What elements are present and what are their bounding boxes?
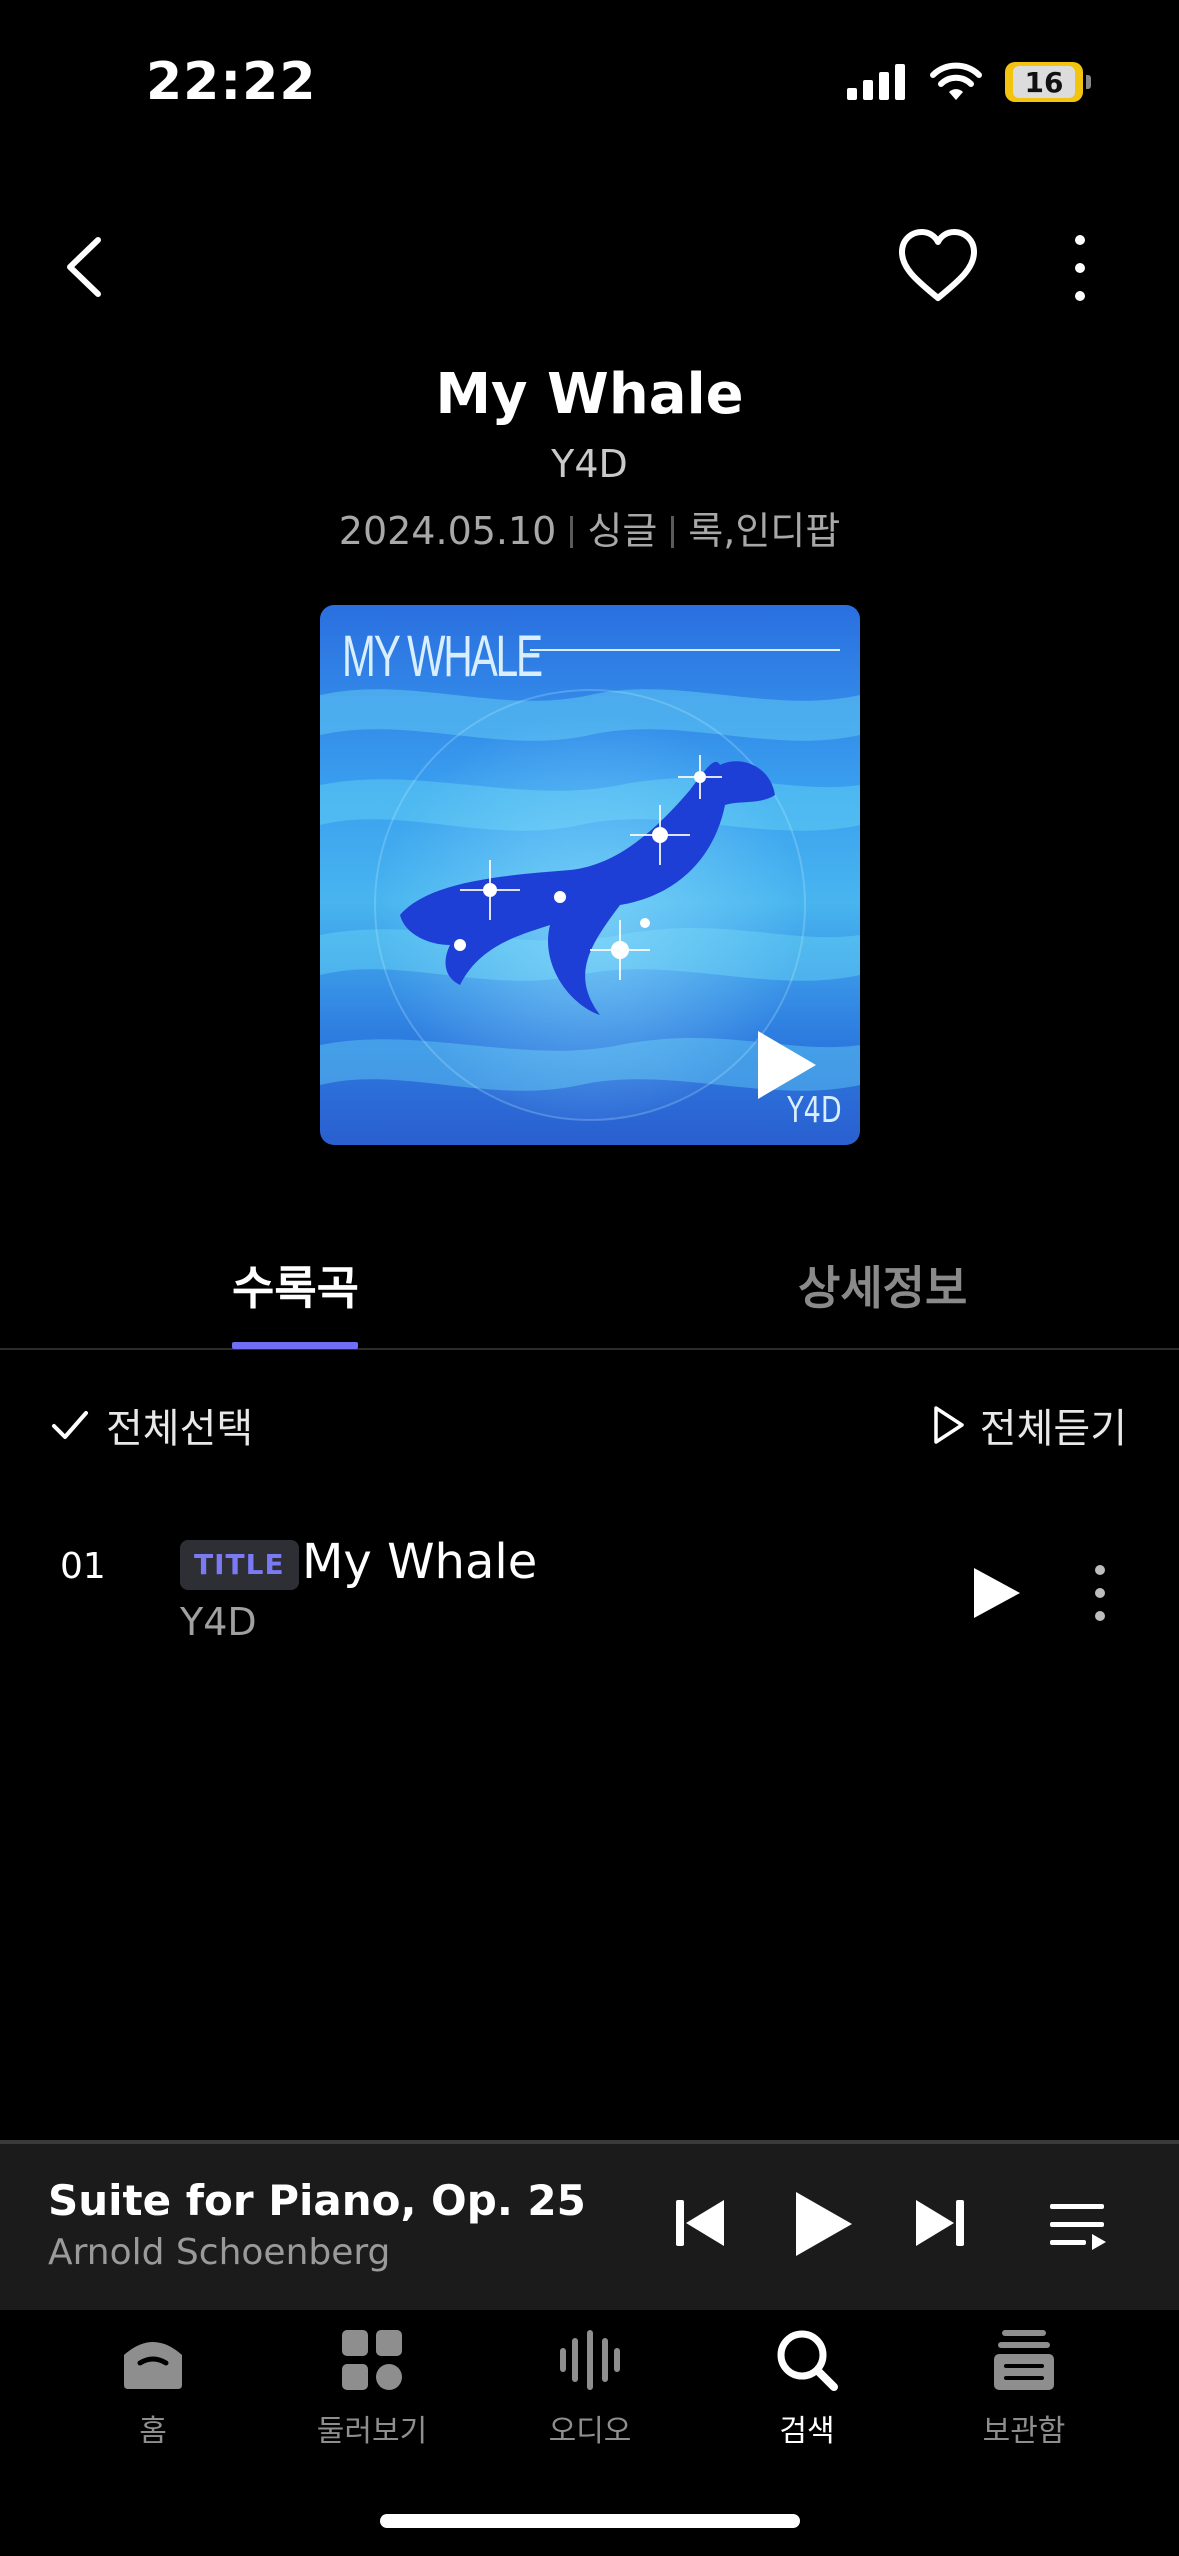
nav-audio-label: 오디오 [548,2414,632,2449]
previous-track-button[interactable] [672,2194,728,2252]
mini-play-button[interactable] [790,2188,856,2260]
listen-all-label: 전체듣기 [979,1406,1127,1452]
audio-icon [560,2330,620,2390]
nav-search[interactable]: 검색 [727,2320,887,2450]
battery-icon: 16 [1005,62,1091,102]
album-artist[interactable]: Y4D [0,442,1179,486]
nav-browse[interactable]: 둘러보기 [292,2320,452,2450]
nav-audio[interactable]: 오디오 [510,2320,670,2450]
active-tab-indicator [232,1342,358,1349]
album-type: 싱글 [587,509,658,553]
wifi-icon [930,62,982,100]
mini-player-title[interactable]: Suite for Piano, Op. 25 [48,2176,586,2225]
back-button[interactable] [56,232,116,302]
track-play-button[interactable] [966,1562,1026,1624]
more-options-button[interactable] [1060,228,1100,308]
select-all-button[interactable]: 전체선택 [50,1396,253,1454]
status-icons: 16 [847,62,1091,102]
tab-divider [0,1348,1179,1350]
track-title[interactable]: My Whale [302,1534,537,1590]
cover-line [530,649,840,651]
like-heart-button[interactable] [896,226,980,306]
title-badge: TITLE [180,1540,299,1590]
nav-browse-label: 둘러보기 [316,2414,428,2449]
browse-icon [342,2330,402,2390]
mini-player[interactable] [0,2140,1179,2312]
select-all-label: 전체선택 [106,1406,254,1452]
album-title: My Whale [435,362,744,427]
check-icon [52,1411,88,1439]
battery-level: 16 [1013,66,1075,99]
track-more-button[interactable] [1090,1562,1110,1624]
nav-home-label: 홈 [139,2414,167,2449]
tab-tracks[interactable]: 수록곡 [232,1252,359,1318]
nav-library[interactable]: 보관함 [944,2320,1104,2450]
track-artist: Y4D [180,1600,257,1644]
search-icon [777,2330,838,2391]
status-time: 22:22 [146,52,317,112]
cover-play-icon[interactable] [752,1025,822,1105]
next-track-button[interactable] [912,2194,968,2252]
nav-search-label: 검색 [779,2414,835,2449]
mini-player-artist: Arnold Schoenberg [48,2232,391,2273]
playlist-queue-button[interactable] [1046,2200,1110,2250]
home-indicator[interactable] [380,2514,800,2528]
album-genre: 록,인디팝 [688,509,841,553]
tab-details[interactable]: 상세정보 [798,1252,967,1318]
nav-library-label: 보관함 [982,2414,1066,2449]
nav-home[interactable]: 홈 [73,2320,233,2450]
release-date: 2024.05.10 [338,509,557,553]
album-cover[interactable]: MY WHALE Y4D [320,605,860,1145]
track-number: 01 [60,1546,106,1587]
play-outline-icon [934,1406,964,1444]
album-meta: 2024.05.10 싱글 록,인디팝 [0,500,1179,555]
cover-title-text: MY WHALE [342,624,543,689]
cellular-signal-icon [847,64,905,100]
home-icon [124,2342,182,2389]
listen-all-button[interactable]: 전체듣기 [932,1396,1127,1454]
library-icon [994,2330,1054,2390]
